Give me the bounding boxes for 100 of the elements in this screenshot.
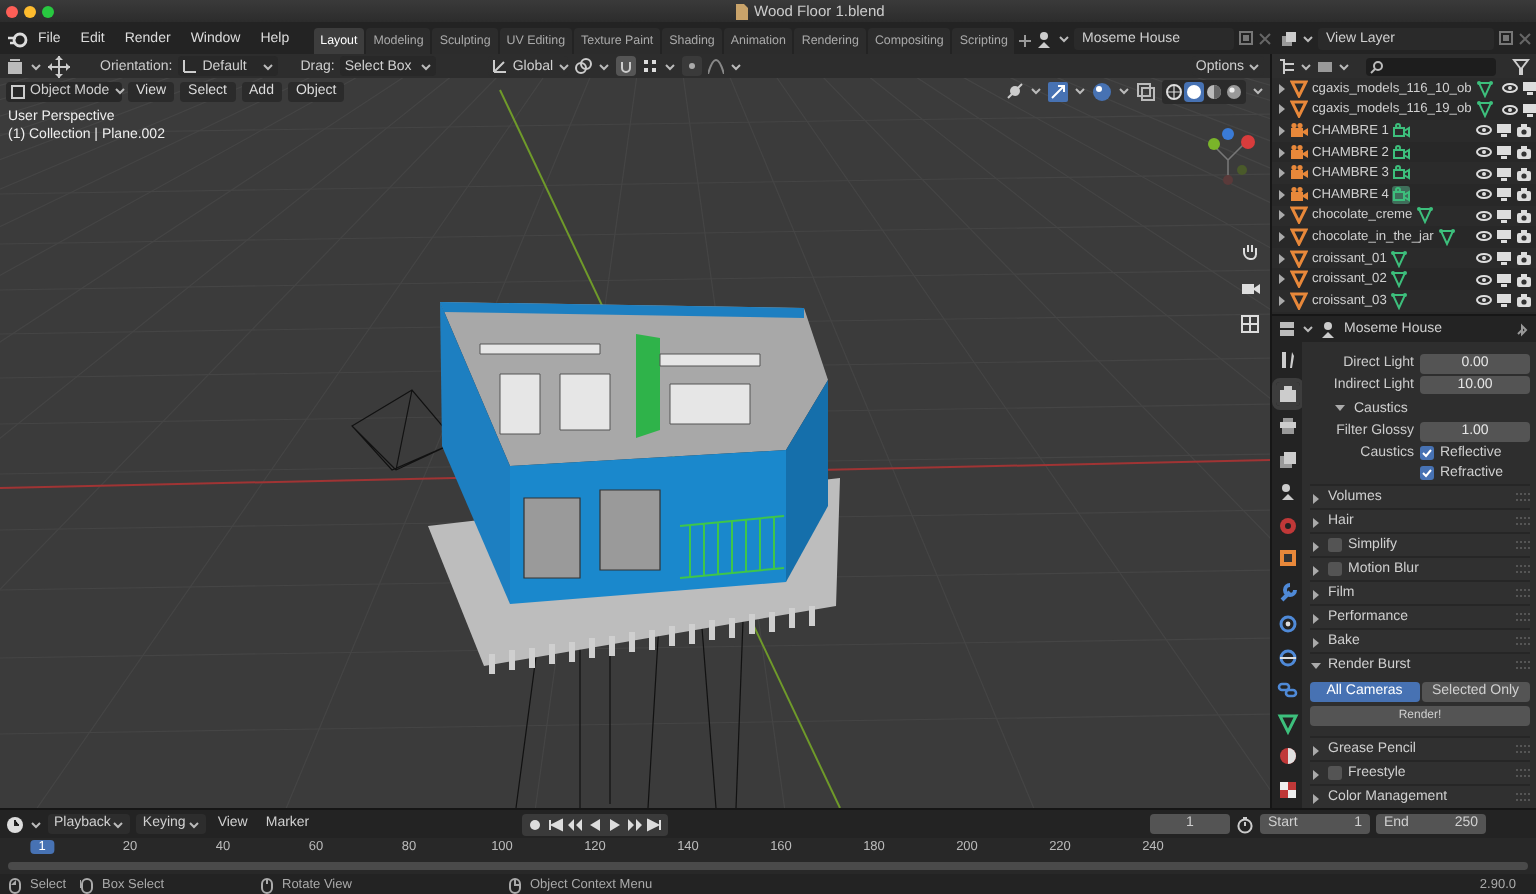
camera-data-icon[interactable] [1392,143,1411,162]
collapse-arrow-icon[interactable] [1334,402,1346,415]
mesh-data-icon[interactable] [1416,206,1435,225]
camera-data-icon[interactable] [1392,121,1411,140]
play-reverse-icon[interactable] [585,815,604,833]
grid-icon[interactable] [1240,314,1260,334]
close-button[interactable] [6,5,18,17]
eye-icon[interactable] [1476,250,1492,267]
checkbox[interactable] [1328,538,1342,553]
expand-arrow-icon[interactable] [1310,491,1322,504]
globe-icon[interactable] [1275,513,1299,537]
display-mode-icon[interactable] [1278,57,1296,75]
eye-icon[interactable] [1501,80,1518,97]
jump-end-icon[interactable] [645,815,664,833]
expand-arrow-icon[interactable] [1310,635,1322,648]
sphere-icon[interactable] [1275,744,1299,768]
checkbox[interactable] [1420,445,1434,460]
particles-icon[interactable] [1275,612,1299,636]
expand-arrow-icon[interactable] [1310,539,1322,552]
material-sphere-icon[interactable] [1204,81,1224,101]
wrench-icon[interactable] [1275,579,1299,603]
printer-icon[interactable] [1275,414,1299,438]
camera-icon[interactable] [1516,228,1532,245]
camera-data-icon[interactable] [1392,185,1411,204]
layers-icon[interactable] [1275,447,1299,471]
camera-icon[interactable] [1516,144,1532,161]
eye-icon[interactable] [1476,228,1492,245]
checkbox[interactable] [1328,562,1342,577]
eye-icon[interactable] [1476,271,1492,288]
solid-sphere-icon[interactable] [1184,81,1204,101]
camera-icon[interactable] [1240,278,1260,298]
funnel-icon[interactable] [1512,57,1530,75]
checkbox[interactable] [1420,466,1434,481]
close-icon[interactable] [1258,31,1272,45]
filter-icon[interactable] [1316,57,1334,75]
monitor-icon[interactable] [1496,292,1512,309]
eye-icon[interactable] [1476,122,1492,139]
mesh-data-icon[interactable] [1475,79,1494,98]
checkbox[interactable] [1328,766,1342,781]
monitor-icon[interactable] [1496,228,1512,245]
monitor-icon[interactable] [1496,186,1512,203]
search-field[interactable] [1366,57,1496,75]
visibility-icon[interactable] [1006,82,1024,100]
rendered-sphere-icon[interactable] [1224,81,1244,101]
mesh-data-icon[interactable] [1437,227,1456,246]
play-icon[interactable] [605,815,624,833]
camera-icon[interactable] [1516,186,1532,203]
eye-icon[interactable] [1476,144,1492,161]
camera-icon[interactable] [1516,292,1532,309]
expand-arrow-icon[interactable] [1310,587,1322,600]
eye-icon[interactable] [1476,207,1492,224]
mesh-data-icon[interactable] [1390,270,1409,289]
copy-icon[interactable] [1498,30,1514,46]
eye-icon[interactable] [1501,101,1518,118]
gizmo-icon[interactable] [1048,81,1068,101]
overlay-icon[interactable] [1092,81,1112,101]
camera-icon[interactable] [1516,271,1532,288]
orbit-icon[interactable] [1275,645,1299,669]
editor-type-icon[interactable] [6,57,24,75]
expand-arrow-icon[interactable] [1310,563,1322,576]
jump-start-icon[interactable] [545,815,564,833]
camera-icon[interactable] [1516,165,1532,182]
monitor-icon[interactable] [1521,101,1536,118]
camera-icon[interactable] [1516,207,1532,224]
triangle-icon[interactable] [1275,711,1299,735]
monitor-icon[interactable] [1496,144,1512,161]
minimize-button[interactable] [24,5,36,17]
blender-logo-icon[interactable] [8,29,28,47]
camera-icon[interactable] [1516,250,1532,267]
next-keyframe-icon[interactable] [625,815,644,833]
monitor-icon[interactable] [1521,80,1536,97]
expand-arrow-icon[interactable] [1310,791,1322,804]
monitor-icon[interactable] [1496,165,1512,182]
eye-icon[interactable] [1476,186,1492,203]
zoom-button[interactable] [42,5,54,17]
checker-icon[interactable] [1275,777,1299,801]
stopwatch-icon[interactable] [1236,815,1254,833]
expand-arrow-icon[interactable] [1310,743,1322,756]
mesh-data-icon[interactable] [1390,249,1409,268]
monitor-icon[interactable] [1496,122,1512,139]
scrollbar[interactable] [8,862,1528,870]
mesh-data-icon[interactable] [1390,291,1409,310]
expand-arrow-icon[interactable] [1310,611,1322,624]
wireframe-sphere-icon[interactable] [1164,81,1184,101]
expand-arrow-icon[interactable] [1310,515,1322,528]
eye-icon[interactable] [1476,292,1492,309]
monitor-icon[interactable] [1496,250,1512,267]
monitor-icon[interactable] [1496,271,1512,288]
close-icon[interactable] [1518,31,1532,45]
x-ray-icon[interactable] [1136,81,1156,101]
camera-back-icon[interactable] [1275,381,1299,405]
proportional-edit-icon[interactable] [682,56,703,76]
monitor-icon[interactable] [1496,207,1512,224]
grid-snap-icon[interactable] [642,58,659,74]
editor-type-icon[interactable] [1278,320,1296,338]
move-icon[interactable] [48,55,70,77]
record-button[interactable] [525,815,544,833]
collapse-arrow-icon[interactable] [1310,659,1322,672]
camera-icon[interactable] [1516,122,1532,139]
magnet-icon[interactable] [616,56,637,76]
